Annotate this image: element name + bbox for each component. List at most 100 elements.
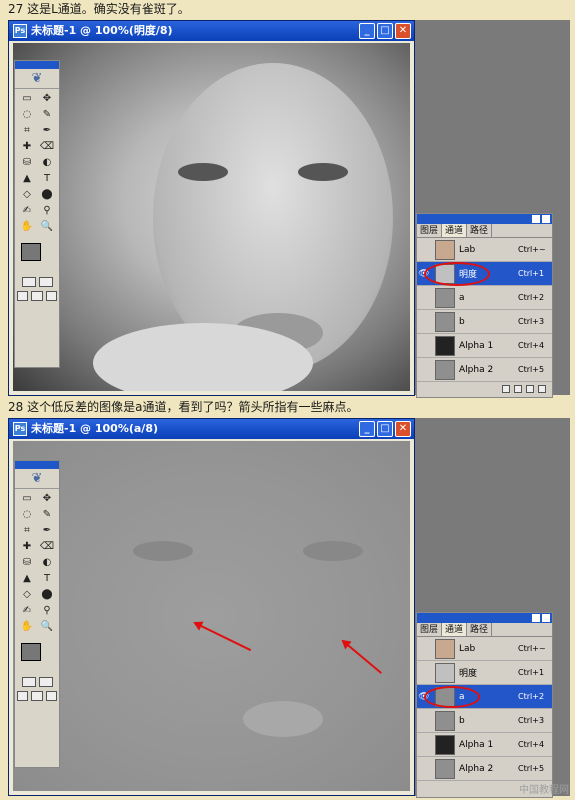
load-selection-icon[interactable] xyxy=(502,385,510,393)
channel-row[interactable]: b Ctrl+3 xyxy=(417,709,552,733)
tab-layers[interactable]: 图层 xyxy=(417,224,443,237)
dodge-tool-icon[interactable]: ◐ xyxy=(37,155,57,171)
channel-name: Lab xyxy=(459,244,476,255)
slice-tool-icon[interactable]: ✒ xyxy=(37,123,57,139)
toolbox-titlebar[interactable] xyxy=(15,61,59,69)
channel-row[interactable]: a Ctrl+2 xyxy=(417,286,552,310)
foreground-color[interactable] xyxy=(21,243,41,261)
color-swatches xyxy=(17,641,57,671)
page: 27 这是L通道。确实没有雀斑了。 Ps 未标题-1 @ 100%(明度/8) … xyxy=(0,0,575,800)
panel-close-icon[interactable] xyxy=(542,215,550,223)
type-tool-icon[interactable]: T xyxy=(37,171,57,187)
highlight-ring-2 xyxy=(424,686,480,708)
screen-mode-1-icon[interactable] xyxy=(17,691,29,701)
panel-minimize-icon[interactable] xyxy=(532,215,540,223)
channel-thumbnail xyxy=(435,758,455,779)
window-title: 未标题-1 @ 100%(a/8) xyxy=(31,422,159,435)
screen-mode-1-icon[interactable] xyxy=(17,291,29,301)
notes-tool-icon[interactable]: ✍ xyxy=(17,203,37,219)
toolbox-titlebar[interactable] xyxy=(15,461,59,469)
eraser-tool-icon[interactable]: ⌫ xyxy=(37,139,57,155)
channel-thumbnail xyxy=(435,638,455,659)
pen-tool-icon[interactable]: ◇ xyxy=(17,587,37,603)
close-button[interactable]: ✕ xyxy=(395,421,411,437)
tab-layers[interactable]: 图层 xyxy=(417,623,443,636)
tab-channels[interactable]: 通道 xyxy=(442,623,468,636)
photoshop-icon: Ps xyxy=(13,422,27,436)
window-titlebar[interactable]: Ps 未标题-1 @ 100%(a/8) _ □ ✕ xyxy=(9,419,414,439)
minimize-button[interactable]: _ xyxy=(359,421,375,437)
heal-tool-icon[interactable]: ✚ xyxy=(17,139,37,155)
screen-mode-3-icon[interactable] xyxy=(45,691,57,701)
save-selection-icon[interactable] xyxy=(514,385,522,393)
maximize-button[interactable]: □ xyxy=(377,421,393,437)
quickmask-mode-icon[interactable] xyxy=(38,677,53,687)
lasso-tool-icon[interactable]: ◌ xyxy=(17,507,37,523)
zoom-tool-icon[interactable]: 🔍 xyxy=(37,219,57,235)
path-select-icon[interactable]: ▲ xyxy=(17,571,37,587)
path-select-icon[interactable]: ▲ xyxy=(17,171,37,187)
panel-titlebar[interactable] xyxy=(417,613,552,623)
eyedropper-icon[interactable]: ⚲ xyxy=(37,603,57,619)
panel-minimize-icon[interactable] xyxy=(532,614,540,622)
type-tool-icon[interactable]: T xyxy=(37,571,57,587)
magic-wand-icon[interactable]: ✎ xyxy=(37,507,57,523)
heal-tool-icon[interactable]: ✚ xyxy=(17,539,37,555)
feather-logo-icon[interactable]: ❦ xyxy=(15,69,59,89)
maximize-button[interactable]: □ xyxy=(377,23,393,39)
left-eye xyxy=(133,541,193,561)
document-window-2[interactable]: Ps 未标题-1 @ 100%(a/8) _ □ ✕ xyxy=(8,418,415,796)
stamp-tool-icon[interactable]: ⛁ xyxy=(17,155,37,171)
channel-row[interactable]: 明度 Ctrl+1 xyxy=(417,661,552,685)
standard-mode-icon[interactable] xyxy=(21,677,36,687)
marquee-tool-icon[interactable]: ▭ xyxy=(17,491,37,507)
pen-tool-icon[interactable]: ◇ xyxy=(17,187,37,203)
screen-mode-2-icon[interactable] xyxy=(31,291,43,301)
tab-paths[interactable]: 路径 xyxy=(467,224,493,237)
eyedropper-icon[interactable]: ⚲ xyxy=(37,203,57,219)
window-titlebar[interactable]: Ps 未标题-1 @ 100%(明度/8) _ □ ✕ xyxy=(9,21,414,41)
stamp-tool-icon[interactable]: ⛁ xyxy=(17,555,37,571)
foreground-color[interactable] xyxy=(21,643,41,661)
channel-row[interactable]: Lab Ctrl+~ xyxy=(417,637,552,661)
minimize-button[interactable]: _ xyxy=(359,23,375,39)
dodge-tool-icon[interactable]: ◐ xyxy=(37,555,57,571)
channel-row[interactable]: Alpha 2 Ctrl+5 xyxy=(417,757,552,781)
image-canvas[interactable] xyxy=(13,441,410,791)
channel-row[interactable]: Alpha 1 Ctrl+4 xyxy=(417,733,552,757)
panel-titlebar[interactable] xyxy=(417,214,552,224)
channel-row[interactable]: b Ctrl+3 xyxy=(417,310,552,334)
channel-thumbnail xyxy=(435,662,455,683)
hand-tool-icon[interactable]: ✋ xyxy=(17,219,37,235)
standard-mode-icon[interactable] xyxy=(21,277,36,287)
zoom-tool-icon[interactable]: 🔍 xyxy=(37,619,57,635)
channel-row[interactable]: Lab Ctrl+~ xyxy=(417,238,552,262)
eraser-tool-icon[interactable]: ⌫ xyxy=(37,539,57,555)
magic-wand-icon[interactable]: ✎ xyxy=(37,107,57,123)
new-channel-icon[interactable] xyxy=(526,385,534,393)
marquee-tool-icon[interactable]: ▭ xyxy=(17,91,37,107)
move-tool-icon[interactable]: ✥ xyxy=(37,491,57,507)
crop-tool-icon[interactable]: ⌗ xyxy=(17,523,37,539)
hand-tool-icon[interactable]: ✋ xyxy=(17,619,37,635)
move-tool-icon[interactable]: ✥ xyxy=(37,91,57,107)
tab-paths[interactable]: 路径 xyxy=(467,623,493,636)
panel-close-icon[interactable] xyxy=(542,614,550,622)
screen-mode-2-icon[interactable] xyxy=(31,691,43,701)
close-button[interactable]: ✕ xyxy=(395,23,411,39)
channel-row[interactable]: Alpha 1 Ctrl+4 xyxy=(417,334,552,358)
crop-tool-icon[interactable]: ⌗ xyxy=(17,123,37,139)
screen-mode-3-icon[interactable] xyxy=(45,291,57,301)
document-window-1[interactable]: Ps 未标题-1 @ 100%(明度/8) _ □ ✕ xyxy=(8,20,415,396)
slice-tool-icon[interactable]: ✒ xyxy=(37,523,57,539)
feather-logo-icon[interactable]: ❦ xyxy=(15,469,59,489)
quickmask-mode-icon[interactable] xyxy=(38,277,53,287)
image-canvas[interactable] xyxy=(13,43,410,391)
notes-tool-icon[interactable]: ✍ xyxy=(17,603,37,619)
shape-tool-icon[interactable]: ⬤ xyxy=(37,187,57,203)
tab-channels[interactable]: 通道 xyxy=(442,224,468,237)
delete-channel-icon[interactable] xyxy=(538,385,546,393)
channel-row[interactable]: Alpha 2 Ctrl+5 xyxy=(417,358,552,382)
lasso-tool-icon[interactable]: ◌ xyxy=(17,107,37,123)
shape-tool-icon[interactable]: ⬤ xyxy=(37,587,57,603)
